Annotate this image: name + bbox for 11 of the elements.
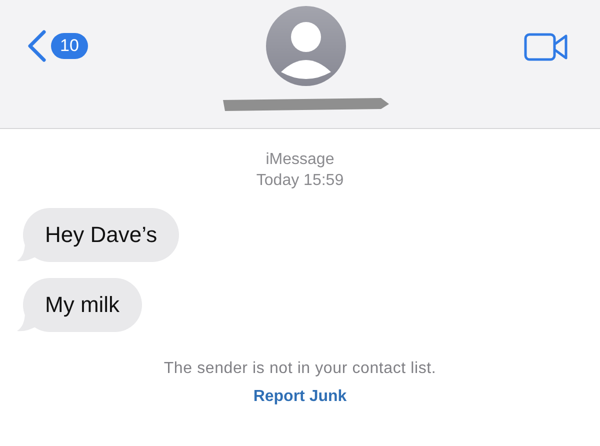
- back-button[interactable]: 10: [26, 29, 88, 63]
- unread-count-badge: 10: [51, 33, 88, 59]
- video-camera-icon[interactable]: [524, 33, 568, 61]
- avatar-icon[interactable]: [266, 6, 346, 86]
- back-chevron-icon: [26, 29, 48, 63]
- timestamp: Today 15:59: [256, 171, 344, 191]
- notice-text: The sender is not in your contact list.: [164, 360, 436, 378]
- service-label: iMessage: [266, 150, 334, 170]
- message-bubble: My milk: [23, 278, 142, 332]
- message-bubble: Hey Dave’s: [23, 208, 180, 262]
- report-junk-link[interactable]: Report Junk: [253, 388, 347, 406]
